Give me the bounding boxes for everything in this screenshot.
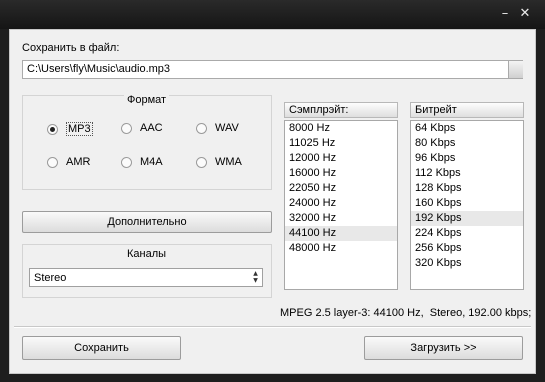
minimize-icon[interactable]: – xyxy=(497,6,513,22)
path-dropdown-button[interactable] xyxy=(508,61,523,78)
format-option-label: M4A xyxy=(140,156,163,168)
bitrate-item[interactable]: 160 Kbps xyxy=(411,196,523,211)
dialog-body: Сохранить в файл: C:\Users\fly\Music\aud… xyxy=(9,29,536,374)
samplerate-item[interactable]: 48000 Hz xyxy=(285,241,397,256)
bitrate-item[interactable]: 256 Kbps xyxy=(411,241,523,256)
bitrate-item[interactable]: 96 Kbps xyxy=(411,151,523,166)
format-option-label: AAC xyxy=(140,122,163,134)
close-icon[interactable]: ✕ xyxy=(517,6,533,22)
channels-value: Stereo xyxy=(34,271,67,284)
samplerate-list[interactable]: 8000 Hz 11025 Hz 12000 Hz 16000 Hz 22050… xyxy=(284,120,398,290)
samplerate-item-selected[interactable]: 44100 Hz xyxy=(285,226,397,241)
channels-group-title: Каналы xyxy=(124,248,170,260)
bitrate-item[interactable]: 80 Kbps xyxy=(411,136,523,151)
title-bar: – ✕ xyxy=(0,0,545,29)
save-to-file-label: Сохранить в файл: xyxy=(22,42,120,54)
spinner-arrows-icon[interactable]: ▲ ▼ xyxy=(250,270,261,286)
samplerate-item[interactable]: 8000 Hz xyxy=(285,121,397,136)
radio-aac[interactable] xyxy=(121,122,132,134)
format-option-wav[interactable]: WAV xyxy=(196,122,239,134)
advanced-button[interactable]: Дополнительно xyxy=(22,211,272,233)
file-path-input[interactable]: C:\Users\fly\Music\audio.mp3 xyxy=(22,60,523,79)
format-option-label: WAV xyxy=(215,122,239,134)
format-status-text: MPEG 2.5 layer-3: 44100 Hz, Stereo, 192.… xyxy=(280,307,532,319)
bitrate-item[interactable]: 320 Kbps xyxy=(411,256,523,271)
format-option-aac[interactable]: AAC xyxy=(121,122,163,134)
divider xyxy=(14,326,531,328)
bitrate-item[interactable]: 64 Kbps xyxy=(411,121,523,136)
format-option-label: MP3 xyxy=(66,122,93,136)
radio-wma[interactable] xyxy=(196,156,207,168)
radio-amr[interactable] xyxy=(47,156,58,168)
app-window: – ✕ Сохранить в файл: C:\Users\fly\Music… xyxy=(0,0,545,382)
format-group xyxy=(22,95,272,190)
format-group-title: Формат xyxy=(124,94,170,106)
samplerate-item[interactable]: 32000 Hz xyxy=(285,211,397,226)
format-option-label: WMA xyxy=(215,156,242,168)
bitrate-item[interactable]: 128 Kbps xyxy=(411,181,523,196)
format-option-mp3[interactable]: MP3 xyxy=(47,122,93,136)
radio-wav[interactable] xyxy=(196,122,207,134)
channels-select[interactable]: Stereo ▲ ▼ xyxy=(29,268,263,287)
samplerate-item[interactable]: 16000 Hz xyxy=(285,166,397,181)
format-option-wma[interactable]: WMA xyxy=(196,156,242,168)
load-button[interactable]: Загрузить >> xyxy=(364,336,523,360)
bitrate-item-selected[interactable]: 192 Kbps xyxy=(411,211,523,226)
format-option-label: AMR xyxy=(66,156,91,168)
format-option-amr[interactable]: AMR xyxy=(47,156,90,168)
format-option-m4a[interactable]: M4A xyxy=(121,156,163,168)
samplerate-item[interactable]: 11025 Hz xyxy=(285,136,397,151)
bitrate-item[interactable]: 112 Kbps xyxy=(411,166,523,181)
samplerate-item[interactable]: 12000 Hz xyxy=(285,151,397,166)
bitrate-list[interactable]: 64 Kbps 80 Kbps 96 Kbps 112 Kbps 128 Kbp… xyxy=(410,120,524,290)
bitrate-header[interactable]: Битрейт xyxy=(410,102,524,118)
samplerate-header[interactable]: Сэмплрэйт: xyxy=(284,102,398,118)
samplerate-item[interactable]: 24000 Hz xyxy=(285,196,397,211)
save-button[interactable]: Сохранить xyxy=(22,336,181,360)
samplerate-item[interactable]: 22050 Hz xyxy=(285,181,397,196)
bitrate-item[interactable]: 224 Kbps xyxy=(411,226,523,241)
radio-m4a[interactable] xyxy=(121,156,132,168)
radio-mp3[interactable] xyxy=(47,123,58,135)
